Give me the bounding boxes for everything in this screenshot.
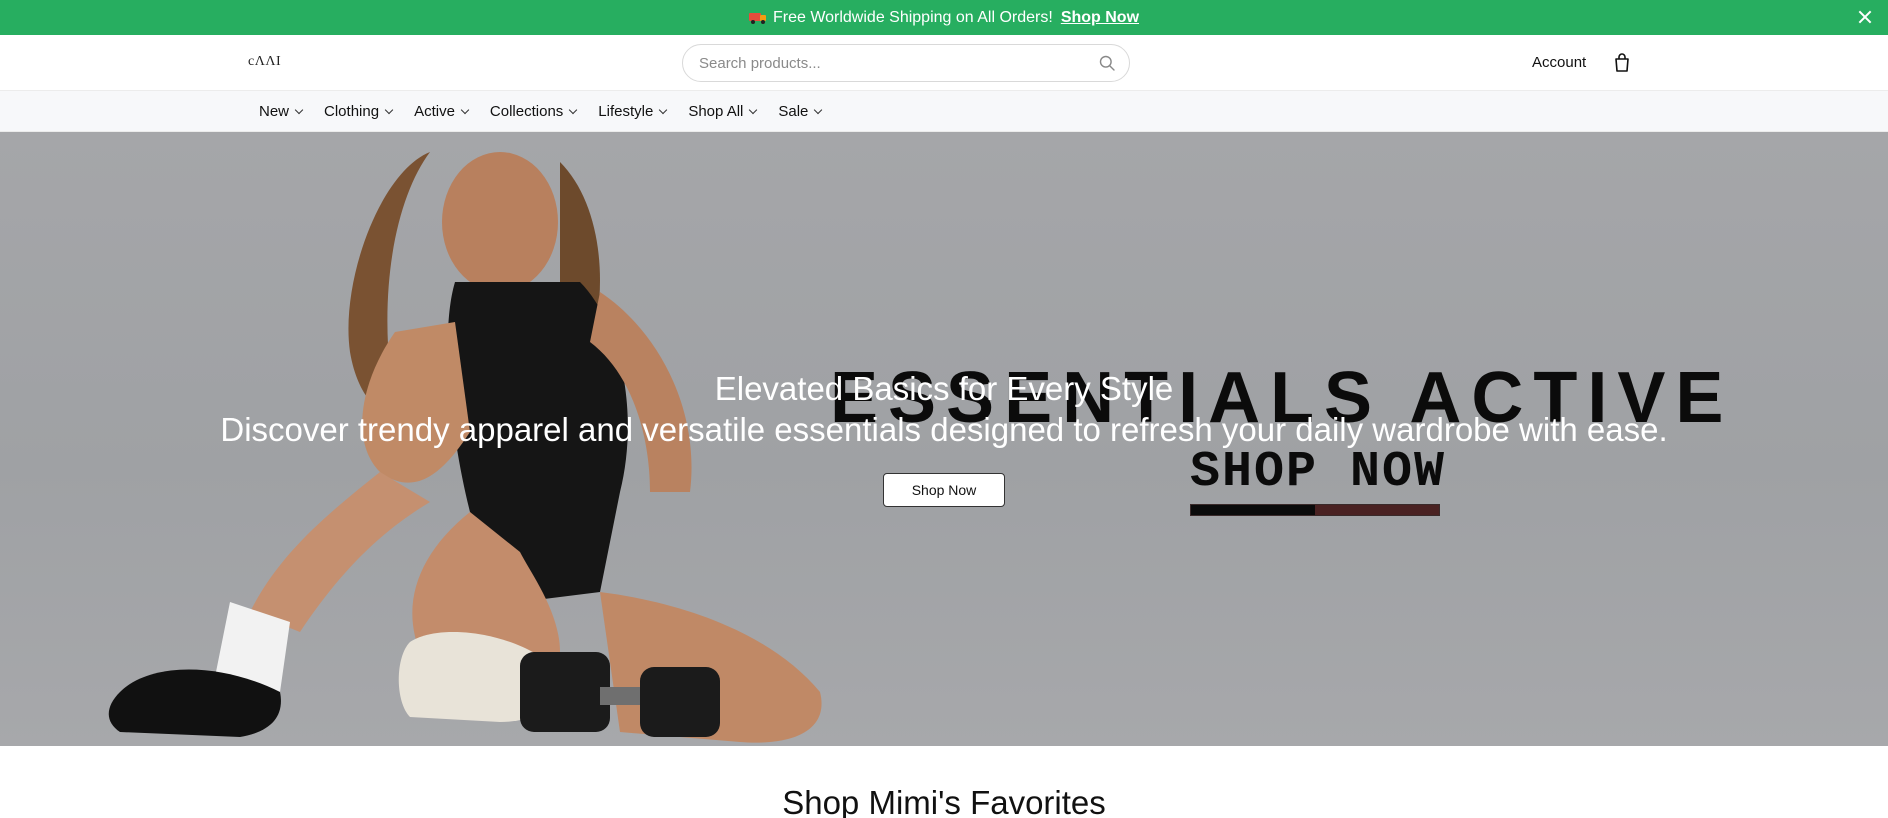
nav-item-collections[interactable]: Collections <box>489 103 578 120</box>
nav-item-label: Collections <box>489 103 564 120</box>
chevron-down-icon <box>814 105 823 114</box>
chevron-down-icon <box>749 105 758 114</box>
section-title: Shop Mimi's Favorites <box>782 784 1106 818</box>
nav-item-label: Active <box>414 103 455 120</box>
chevron-down-icon <box>659 105 668 114</box>
hero-banner[interactable]: ESSENTIALS ACTIVE SHOP NOW Elevated Basi… <box>0 132 1888 746</box>
nav-item-lifestyle[interactable]: Lifestyle <box>598 103 668 120</box>
account-link[interactable]: Account <box>1532 54 1586 71</box>
nav-item-label: Clothing <box>324 103 380 120</box>
main-nav: New Clothing Active Collections Lifestyl… <box>0 91 1888 132</box>
chevron-down-icon <box>294 105 304 114</box>
nav-item-new[interactable]: New <box>259 103 304 120</box>
chevron-down-icon <box>569 105 578 114</box>
promo-underline <box>1190 504 1440 516</box>
site-header: cΛΛI Account <box>0 35 1888 91</box>
shopping-bag-icon[interactable] <box>1613 52 1631 72</box>
hero-shop-now-button[interactable]: Shop Now <box>883 473 1005 507</box>
hero-subtitle: Discover trendy apparel and versatile es… <box>220 411 1668 448</box>
site-logo[interactable]: cΛΛI <box>248 54 281 70</box>
hero-title: Elevated Basics for Every Style <box>714 370 1174 407</box>
nav-item-label: New <box>259 103 290 120</box>
close-icon[interactable] <box>1856 8 1874 26</box>
nav-item-label: Shop All <box>688 103 744 120</box>
announcement-message: Free Worldwide Shipping on All Orders! <box>772 8 1053 26</box>
nav-item-active[interactable]: Active <box>414 103 470 120</box>
nav-item-clothing[interactable]: Clothing <box>324 103 394 120</box>
nav-item-sale[interactable]: Sale <box>778 103 823 120</box>
search-bar[interactable] <box>682 44 1130 82</box>
chevron-down-icon <box>384 105 394 114</box>
announcement-shop-now-link[interactable]: Shop Now <box>1061 9 1139 27</box>
nav-item-shop-all[interactable]: Shop All <box>688 103 758 120</box>
promo-shop-now: SHOP NOW <box>1190 444 1447 501</box>
nav-item-label: Lifestyle <box>598 103 654 120</box>
chevron-down-icon <box>460 105 470 114</box>
search-input[interactable] <box>699 45 1079 81</box>
search-icon[interactable] <box>1099 55 1115 71</box>
nav-item-label: Sale <box>778 103 809 120</box>
delivery-truck-icon <box>748 12 767 24</box>
announcement-bar: Free Worldwide Shipping on All Orders! S… <box>0 0 1888 35</box>
